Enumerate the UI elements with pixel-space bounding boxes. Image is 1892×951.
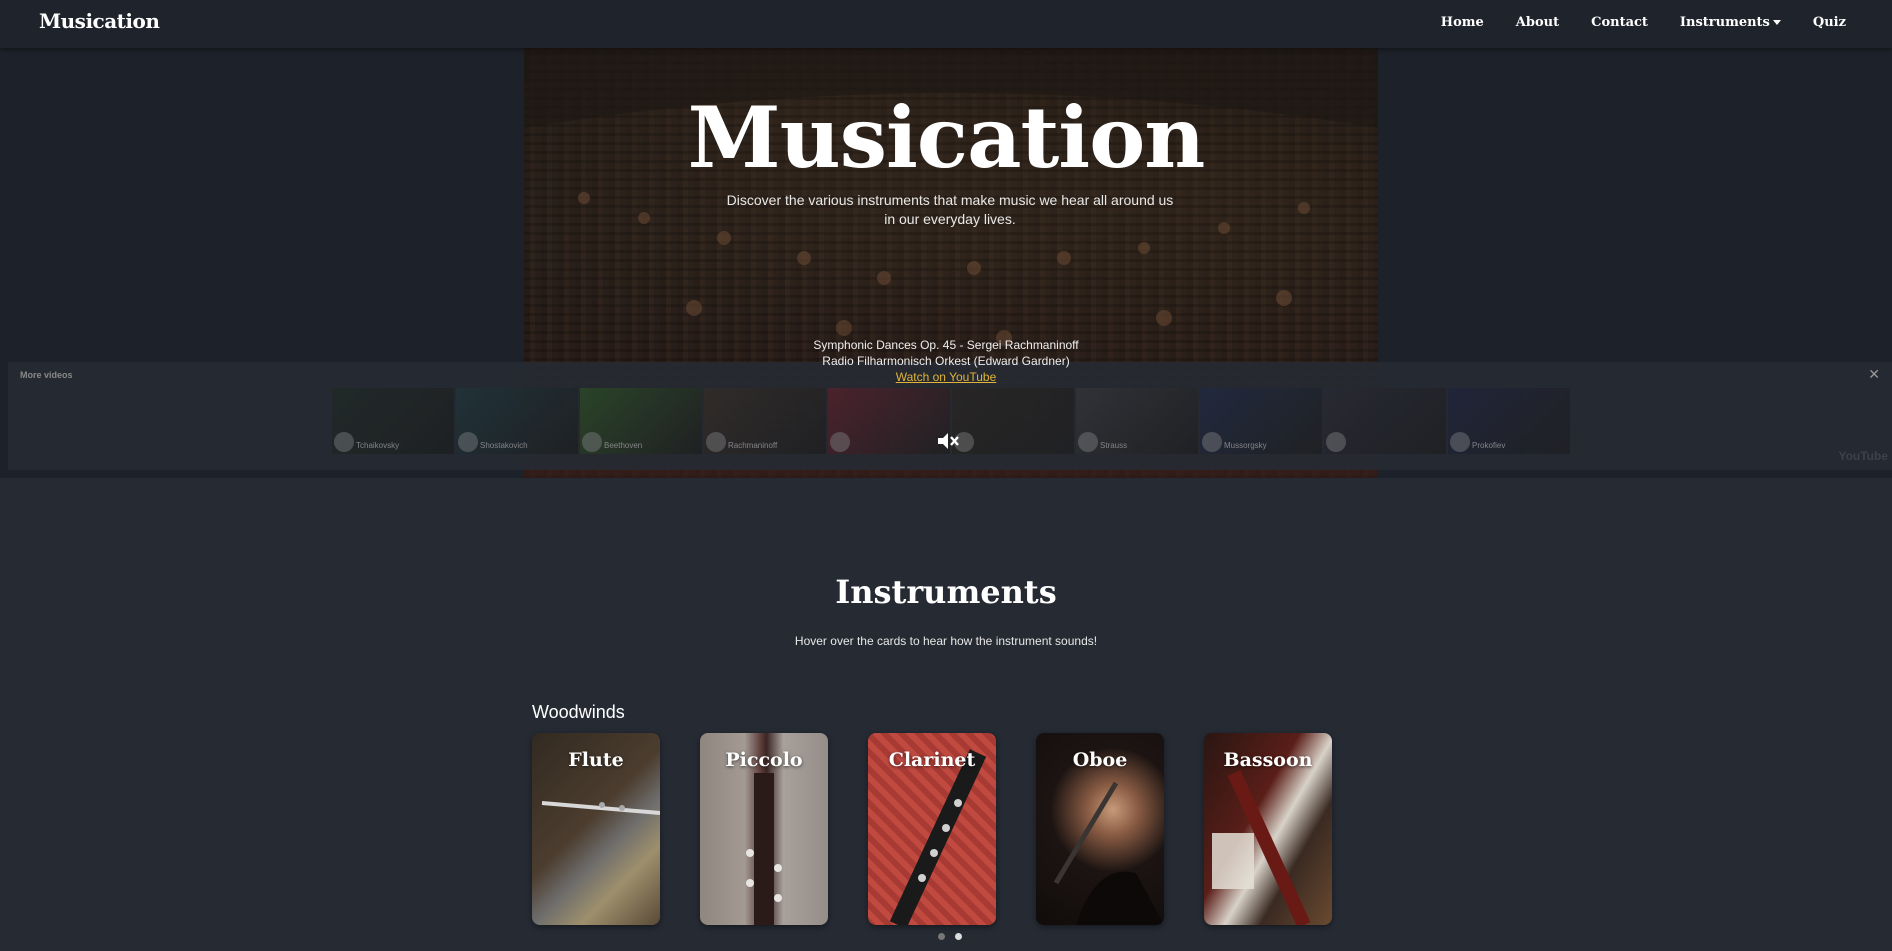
card-bassoon[interactable]: Bassoon [1204,733,1332,925]
video-thumbnail[interactable]: Rachmaninoff [704,388,826,454]
thumbnail-label: Shostakovich [480,441,528,450]
youtube-logo[interactable]: YouTube [1838,449,1888,463]
video-thumbnail[interactable] [1324,388,1446,454]
carousel-indicators [938,933,962,940]
channel-logo-icon [582,432,602,452]
channel-logo-icon [458,432,478,452]
thumbnail-label: Beethoven [604,441,643,450]
caret-down-icon [1772,20,1781,25]
channel-logo-icon [1078,432,1098,452]
thumbnail-label: Tchaikovsky [356,441,400,450]
card-piccolo[interactable]: Piccolo [700,733,828,925]
carousel-dot-2[interactable] [955,933,962,940]
nav-quiz[interactable]: Quiz [1813,15,1846,30]
channel-logo-icon [830,432,850,452]
brand-logo[interactable]: Musication [39,9,160,33]
card-title: Oboe [1072,749,1128,771]
instruments-heading: Instruments [835,573,1057,611]
nav-instruments-dropdown[interactable]: Instruments [1680,15,1781,30]
carousel-dot-1[interactable] [938,933,945,940]
hero-section: Musication Discover the various instrume… [0,48,1892,478]
channel-logo-icon [1326,432,1346,452]
thumbnail-label: Mussorgsky [1224,441,1267,450]
hero-title: Musication [687,88,1206,187]
instrument-cards: Flute Piccolo Clarinet Oboe Bassoon [532,733,1332,925]
channel-logo-icon [334,432,354,452]
channel-logo-icon [1450,432,1470,452]
video-thumbnail[interactable]: Prokofiev [1448,388,1570,454]
channel-logo-icon [706,432,726,452]
category-label: Woodwinds [532,702,625,722]
card-title: Bassoon [1223,749,1313,771]
card-clarinet[interactable]: Clarinet [868,733,996,925]
channel-logo-icon [1202,432,1222,452]
thumbnail-label: Prokofiev [1472,441,1506,450]
video-thumbnail[interactable]: Beethoven [580,388,702,454]
video-thumbnail[interactable] [828,388,950,454]
hero-subtitle: Discover the various instruments that ma… [726,192,1174,227]
video-channel: Radio Filharmonisch Orkest (Edward Gardn… [822,354,1070,368]
nav-contact[interactable]: Contact [1591,15,1648,30]
video-thumbnail[interactable]: Tchaikovsky [332,388,454,454]
card-title: Flute [568,749,624,771]
card-title: Piccolo [725,749,803,771]
thumbnail-label: Rachmaninoff [728,441,778,450]
card-title: Clarinet [888,749,976,771]
instruments-subtitle: Hover over the cards to hear how the ins… [794,634,1098,648]
thumbnail-label: Strauss [1100,441,1128,450]
nav-home[interactable]: Home [1441,15,1484,30]
card-flute[interactable]: Flute [532,733,660,925]
video-caption: Symphonic Dances Op. 45 - Sergei Rachman… [0,337,1892,385]
nav-links: Home About Contact Instruments Quiz [1441,15,1846,30]
video-thumbnail[interactable] [952,388,1074,454]
navbar: Musication Home About Contact Instrument… [0,0,1892,48]
nav-about[interactable]: About [1516,15,1559,30]
video-thumbnail[interactable]: Shostakovich [456,388,578,454]
card-oboe[interactable]: Oboe [1036,733,1164,925]
nav-instruments-label: Instruments [1679,15,1770,30]
video-title: Symphonic Dances Op. 45 - Sergei Rachman… [813,338,1079,352]
watch-on-youtube-link[interactable]: Watch on YouTube [896,370,997,384]
muted-speaker-icon[interactable] [936,431,960,451]
video-thumbnail[interactable]: Mussorgsky [1200,388,1322,454]
video-thumbnail[interactable]: Strauss [1076,388,1198,454]
